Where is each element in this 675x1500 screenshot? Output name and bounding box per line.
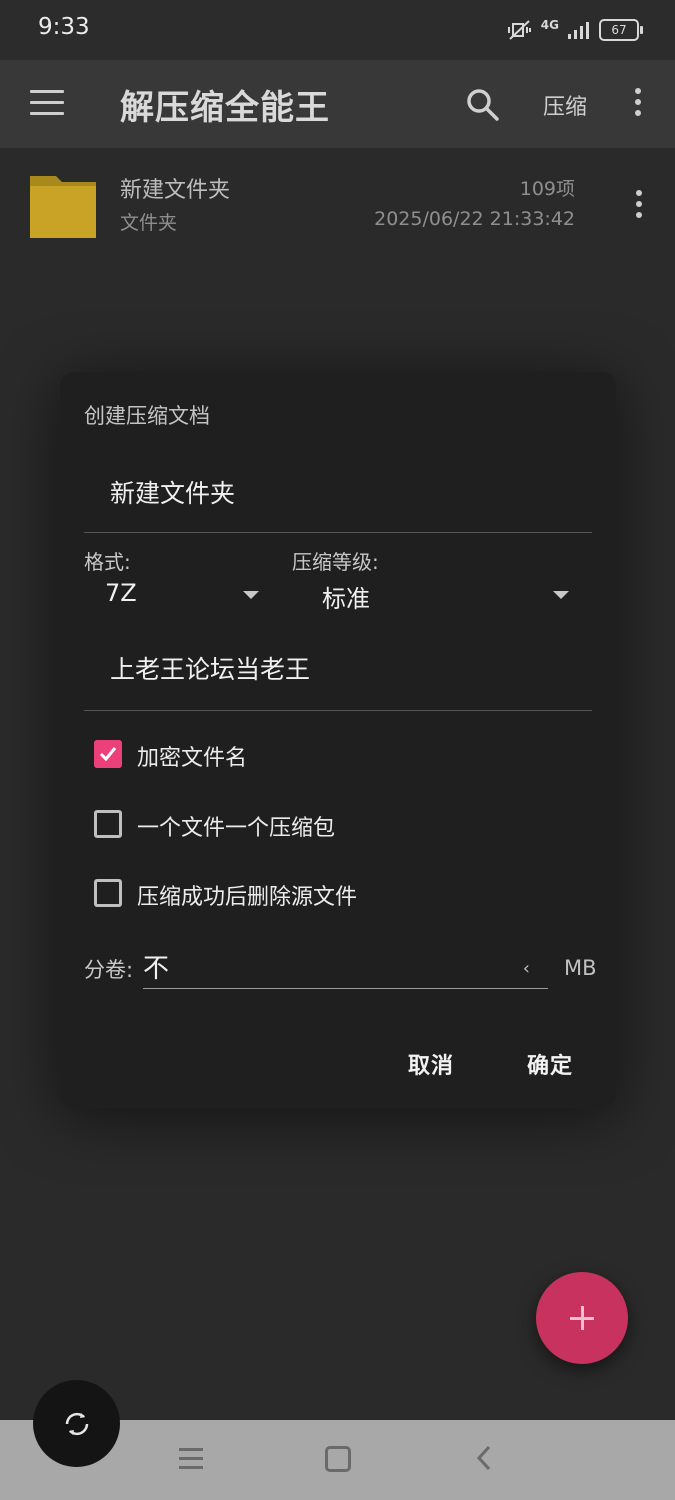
signal-icon (568, 22, 589, 39)
file-more-icon[interactable] (633, 190, 645, 223)
encrypt-filename-label: 加密文件名 (137, 746, 248, 771)
check-icon (99, 747, 117, 762)
status-time: 9:33 (38, 14, 90, 40)
add-fab-button[interactable] (536, 1272, 628, 1364)
one-archive-per-file-label: 一个文件一个压缩包 (137, 816, 336, 841)
menu-icon[interactable] (30, 90, 64, 118)
cancel-button[interactable]: 取消 (408, 1048, 454, 1080)
status-bar: 9:33 4G 67 (0, 0, 675, 60)
volume-value: 不 (143, 954, 170, 984)
password-field[interactable]: 上老王论坛当老王 (84, 630, 592, 711)
format-label: 格式: (84, 550, 131, 574)
encrypt-filename-checkbox[interactable] (94, 740, 122, 768)
format-select[interactable]: 7Z (105, 579, 137, 607)
create-archive-dialog: 创建压缩文档 新建文件夹 格式: 7Z 压缩等级: 标准 上老王论坛当老王 加密… (60, 372, 616, 1108)
delete-source-label: 压缩成功后删除源文件 (137, 885, 358, 910)
volume-unit: MB (564, 956, 597, 980)
filename-field[interactable]: 新建文件夹 (84, 452, 592, 533)
app-bar: 解压缩全能王 压缩 (0, 60, 675, 148)
network-label: 4G (540, 18, 559, 32)
compress-button[interactable]: 压缩 (543, 89, 587, 121)
one-archive-per-file-checkbox[interactable] (94, 810, 122, 838)
format-dropdown-icon[interactable] (243, 591, 259, 599)
recents-icon[interactable] (179, 1448, 203, 1475)
home-icon[interactable] (325, 1446, 351, 1472)
password-value: 上老王论坛当老王 (110, 655, 311, 684)
confirm-button[interactable]: 确定 (527, 1048, 573, 1080)
volume-input[interactable]: 不 ‹ (143, 944, 548, 989)
status-icons: 4G 67 (507, 16, 643, 44)
level-label: 压缩等级: (292, 550, 379, 574)
file-date: 2025/06/22 21:33:42 (374, 208, 575, 230)
chevron-left-icon[interactable]: ‹ (523, 958, 530, 979)
file-type: 文件夹 (120, 212, 178, 234)
back-icon[interactable] (475, 1444, 493, 1472)
file-count: 109项 (519, 178, 575, 200)
level-dropdown-icon[interactable] (553, 591, 569, 599)
volume-label: 分卷: (84, 958, 134, 982)
page-title: 解压缩全能王 (120, 88, 330, 128)
more-vert-icon[interactable] (632, 88, 644, 122)
file-list-item[interactable]: 新建文件夹 文件夹 109项 2025/06/22 21:33:42 (0, 150, 675, 260)
rotate-icon (65, 1412, 89, 1436)
dialog-title: 创建压缩文档 (84, 404, 210, 428)
file-name: 新建文件夹 (120, 178, 231, 203)
rotate-screen-button[interactable] (33, 1380, 120, 1467)
delete-source-checkbox[interactable] (94, 879, 122, 907)
battery-icon: 67 (599, 19, 643, 41)
folder-icon (30, 176, 96, 238)
level-select[interactable]: 标准 (322, 579, 370, 614)
search-icon[interactable] (466, 88, 500, 122)
filename-value: 新建文件夹 (110, 479, 236, 508)
mute-vibrate-icon (507, 20, 531, 40)
